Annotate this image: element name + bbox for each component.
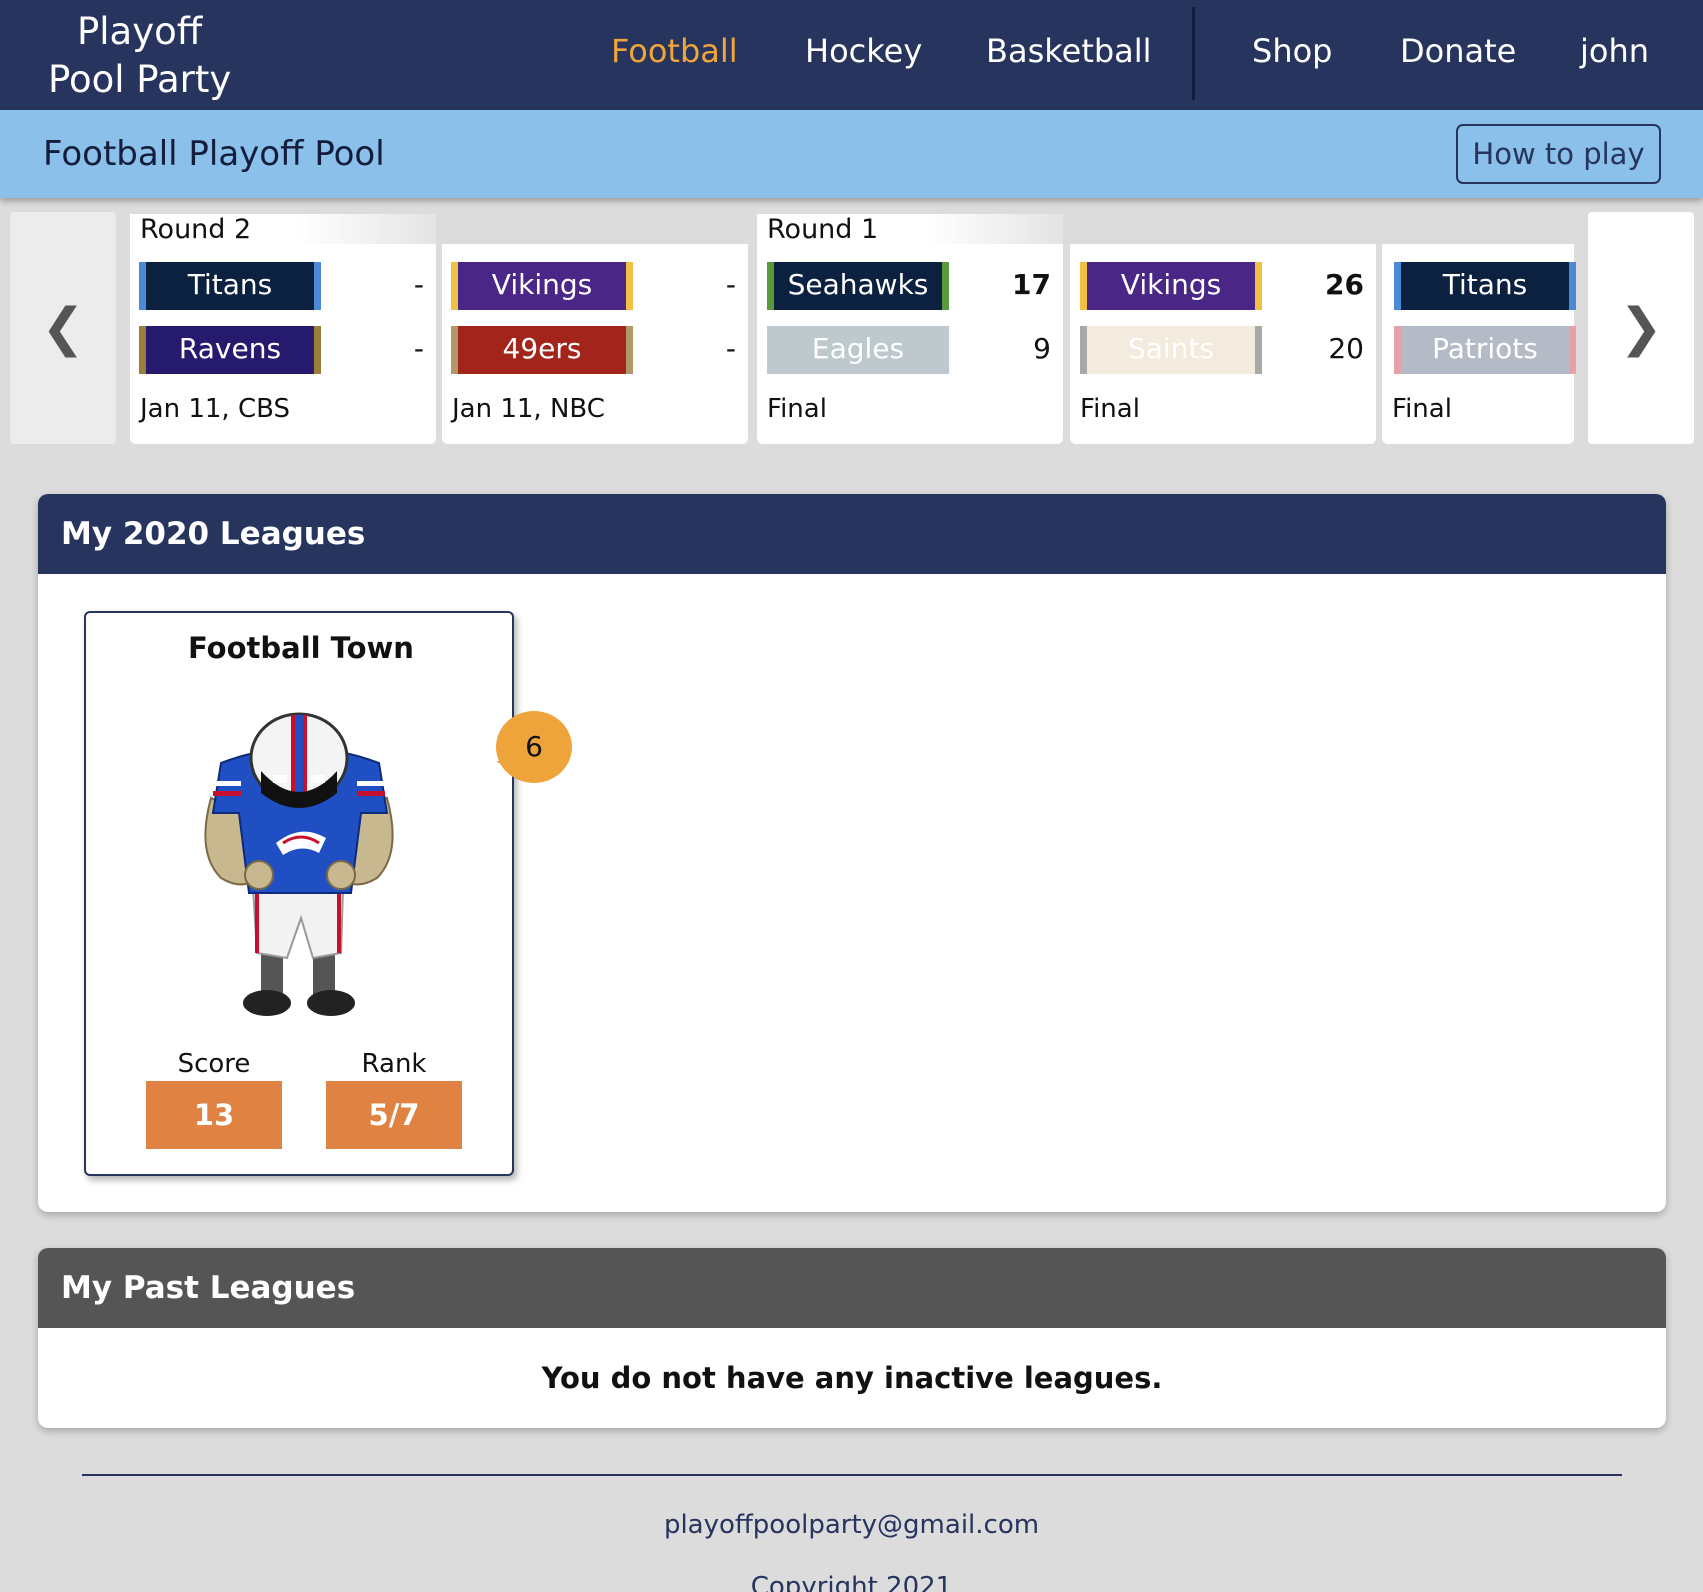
team-score: -: [725, 268, 736, 301]
team-badge: Seahawks: [767, 262, 949, 310]
team-score: 26: [1325, 268, 1364, 301]
team-badge: Vikings: [451, 262, 633, 310]
rank-label: Rank: [361, 1049, 427, 1079]
how-to-play-button[interactable]: How to play: [1456, 124, 1661, 184]
top-nav: Playoff Pool Party Football Hockey Baske…: [0, 0, 1703, 110]
brand-line-2: Pool Party: [48, 58, 232, 101]
chevron-left-icon: ❮: [41, 298, 85, 358]
past-leagues-panel: My Past Leagues You do not have any inac…: [38, 1248, 1666, 1428]
team-badge: Ravens: [139, 326, 321, 374]
nav-divider: [1192, 7, 1195, 100]
team-badge: Vikings: [1080, 262, 1262, 310]
round-label: Round 1: [757, 214, 1063, 245]
brand-line-1: Playoff: [76, 10, 203, 53]
nav-basketball[interactable]: Basketball: [986, 32, 1152, 70]
brand-logo[interactable]: Playoff Pool Party: [48, 8, 231, 104]
team-score: -: [413, 268, 424, 301]
page-title: Football Playoff Pool: [43, 134, 385, 174]
nav-shop[interactable]: Shop: [1252, 32, 1332, 70]
player-avatar: [204, 712, 394, 1016]
past-leagues-title: My Past Leagues: [38, 1248, 1666, 1328]
team-score: 20: [1328, 332, 1364, 365]
team-score: 17: [1012, 268, 1051, 301]
game-card[interactable]: Seahawks 17 Eagles 9 Final: [757, 244, 1063, 444]
score-label: Score: [177, 1049, 251, 1079]
round-label: Round 2: [130, 214, 436, 245]
league-name: Football Town: [188, 631, 414, 665]
game-card[interactable]: Titans Patriots Final: [1382, 244, 1576, 444]
scoreboard-prev-button[interactable]: ❮: [10, 212, 116, 444]
score-value: 13: [146, 1081, 282, 1149]
team-badge: Patriots: [1394, 326, 1576, 374]
team-score: -: [725, 332, 736, 365]
team-score: 9: [1033, 332, 1051, 365]
game-status: Jan 11, NBC: [452, 394, 605, 424]
nav-football[interactable]: Football: [611, 32, 738, 70]
footer-email-link[interactable]: playoffpoolparty@gmail.com: [0, 1510, 1703, 1540]
nav-hockey[interactable]: Hockey: [805, 32, 922, 70]
empty-leagues-message: You do not have any inactive leagues.: [541, 1361, 1163, 1395]
footer-copyright: Copyright 2021: [750, 1572, 953, 1592]
team-score: -: [413, 332, 424, 365]
speech-bubble-tail: [496, 761, 522, 779]
game-card[interactable]: Vikings - 49ers - Jan 11, NBC: [442, 244, 748, 444]
nav-user[interactable]: john: [1580, 32, 1649, 70]
nav-donate[interactable]: Donate: [1400, 32, 1516, 70]
team-badge: Titans: [1394, 262, 1576, 310]
sub-header: Football Playoff Pool How to play: [0, 110, 1703, 198]
my-leagues-title: My 2020 Leagues: [38, 494, 1666, 574]
my-leagues-panel: My 2020 Leagues Football Town 6 Score 13…: [38, 494, 1666, 1212]
league-card[interactable]: Football Town 6 Score 13 Rank 5/7: [84, 611, 572, 1176]
game-status: Final: [767, 394, 827, 424]
game-status: Final: [1392, 394, 1452, 424]
team-badge: Saints: [1080, 326, 1262, 374]
game-card[interactable]: Vikings 26 Saints 20 Final: [1070, 244, 1376, 444]
scoreboard-next-button[interactable]: ❯: [1588, 212, 1694, 444]
footer-divider: [82, 1474, 1622, 1476]
rank-value: 5/7: [326, 1081, 462, 1149]
chevron-right-icon: ❯: [1619, 298, 1663, 358]
game-card[interactable]: Titans - Ravens - Jan 11, CBS: [130, 244, 436, 444]
team-badge: Eagles: [767, 326, 949, 374]
game-status: Final: [1080, 394, 1140, 424]
team-badge: Titans: [139, 262, 321, 310]
team-badge: 49ers: [451, 326, 633, 374]
game-status: Jan 11, CBS: [140, 394, 290, 424]
